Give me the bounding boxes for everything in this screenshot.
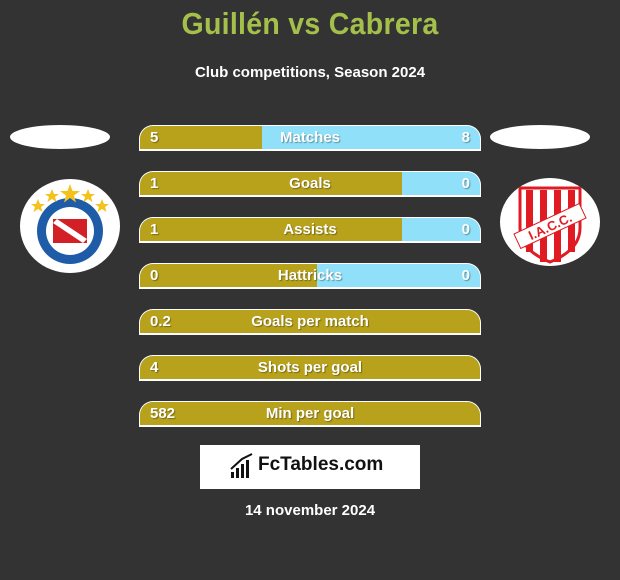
left-player-placeholder — [10, 125, 110, 149]
right-value: 0 — [461, 267, 470, 284]
stat-row: 5 Matches 8 — [139, 125, 481, 151]
stat-label: Min per goal — [265, 405, 355, 422]
stat-row: 1 Assists 0 — [139, 217, 481, 243]
bar-chart-logo-icon — [230, 453, 253, 478]
fctables-logo-text: FcTables.com — [258, 454, 384, 475]
stat-row: 0.2 Goals per match — [139, 309, 481, 335]
stat-row: 582 Min per goal — [139, 401, 481, 427]
fctables-logo[interactable]: FcTables.com — [200, 445, 420, 489]
stat-row: 1 Goals 0 — [139, 171, 481, 197]
page-subtitle: Club competitions, Season 2024 — [194, 64, 426, 81]
stat-row: 0 Hattricks 0 — [139, 263, 481, 289]
stat-label: Assists — [283, 221, 337, 238]
date-label: 14 november 2024 — [244, 502, 376, 519]
stat-label: Matches — [279, 129, 341, 146]
page-title: Guillén vs Cabrera — [181, 6, 439, 41]
right-player-placeholder — [490, 125, 590, 149]
stat-row: 4 Shots per goal — [139, 355, 481, 381]
right-value: 8 — [461, 129, 470, 146]
stat-label: Hattricks — [277, 267, 343, 284]
right-value: 0 — [461, 175, 470, 192]
argentinos-juniors-crest-icon — [20, 179, 120, 273]
stat-label: Goals per match — [251, 313, 369, 330]
iacc-crest-icon: I.A.C.C. — [500, 178, 600, 266]
stat-label: Goals — [289, 175, 331, 192]
stat-label: Shots per goal — [257, 359, 363, 376]
right-value: 0 — [461, 221, 470, 238]
